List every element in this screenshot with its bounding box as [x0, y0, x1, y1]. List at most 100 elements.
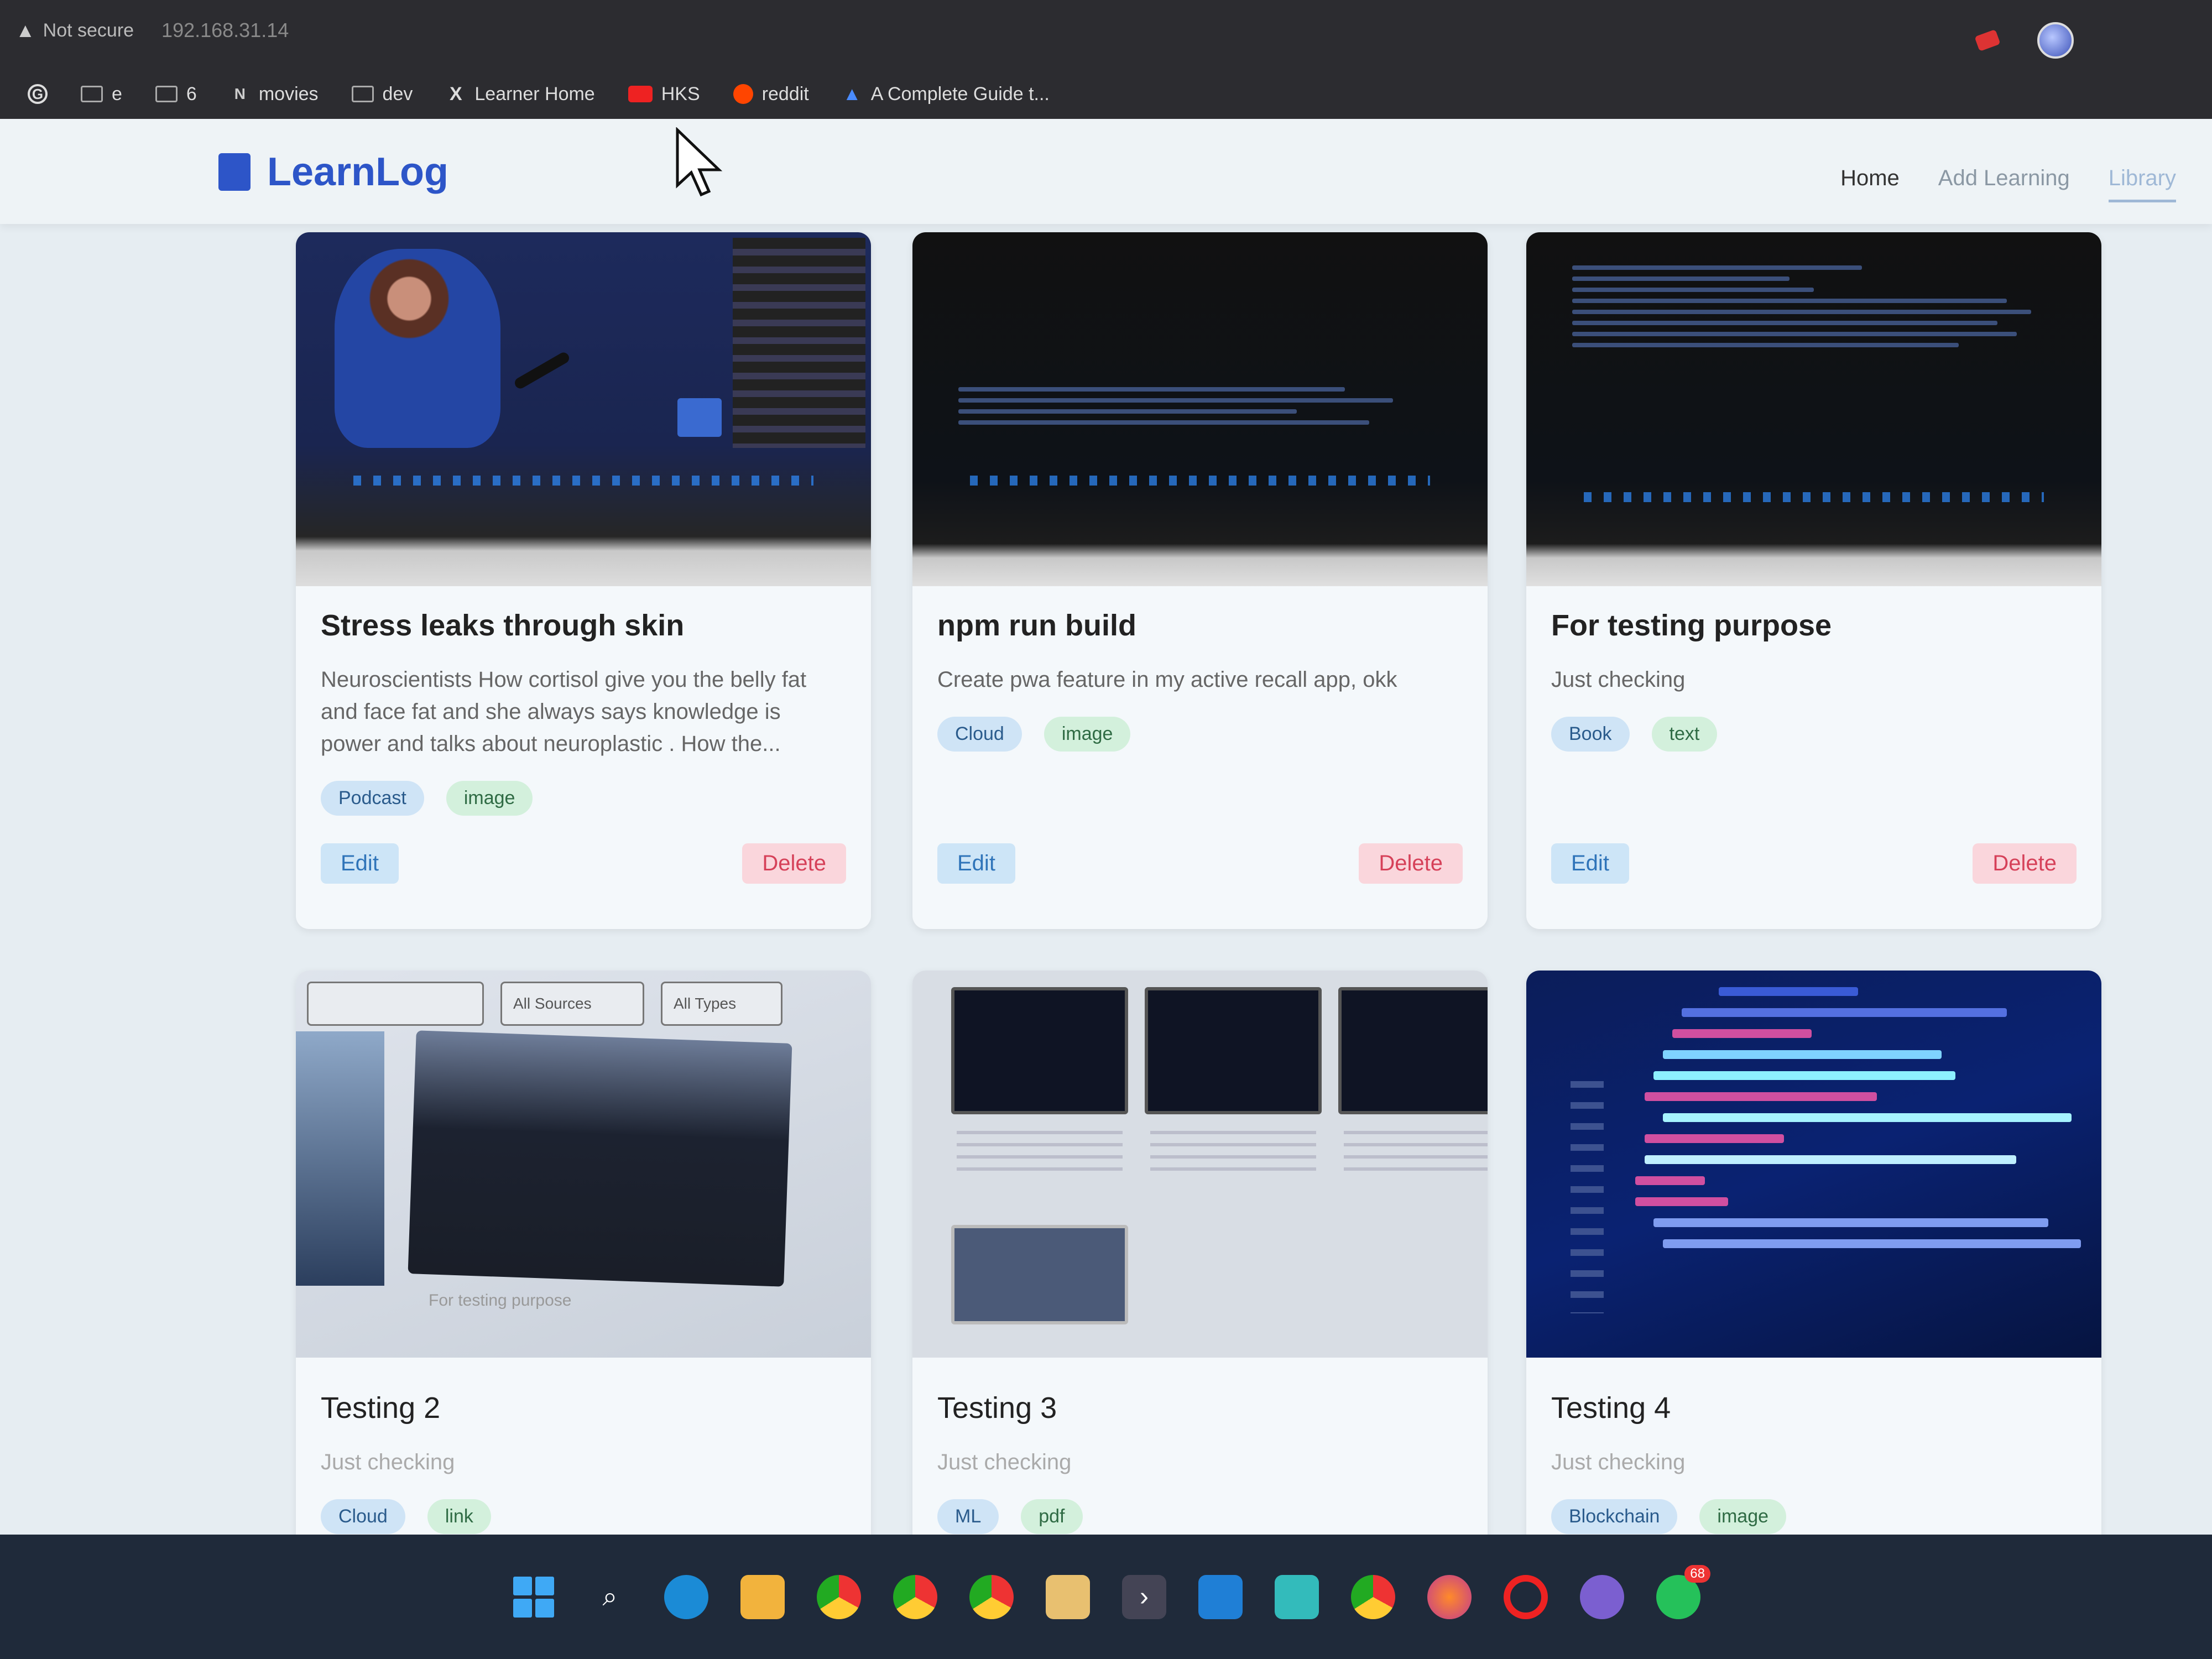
- card-thumbnail[interactable]: All Sources All Types For testing purpos…: [296, 971, 871, 1358]
- delete-button[interactable]: Delete: [1973, 843, 2077, 884]
- card-tags: Cloud image: [937, 717, 1463, 752]
- os-taskbar: ⌕ › 68: [0, 1535, 2212, 1659]
- card-title: Stress leaks through skin: [321, 609, 685, 642]
- edit-button[interactable]: Edit: [937, 843, 1015, 884]
- nav-add-learning[interactable]: Add Learning: [1938, 166, 2070, 202]
- thumbnail-taskbar: [970, 476, 1430, 486]
- bookmark-e[interactable]: e: [81, 84, 122, 105]
- card-thumbnail[interactable]: [1526, 971, 2101, 1358]
- card-body: Testing 4 Just checking Blockchain image: [1551, 1391, 2077, 1534]
- tag-type: link: [427, 1499, 491, 1534]
- delete-button[interactable]: Delete: [742, 843, 846, 884]
- folder-icon: [155, 86, 178, 102]
- search-icon[interactable]: ⌕: [588, 1575, 632, 1619]
- tag-category: Blockchain: [1551, 1499, 1678, 1534]
- card-body: Stress leaks through skin Neuroscientist…: [321, 608, 846, 816]
- folder-icon: [351, 86, 374, 102]
- edge-icon[interactable]: [664, 1574, 708, 1619]
- edit-button[interactable]: Edit: [1551, 843, 1629, 884]
- bookmark-6[interactable]: 6: [155, 84, 197, 105]
- card-title: Testing 3: [937, 1391, 1057, 1425]
- vscode-icon[interactable]: [1198, 1574, 1243, 1619]
- thumbnail-mini-text: [1344, 1131, 1488, 1175]
- card-thumbnail[interactable]: [1526, 232, 2101, 586]
- brand-name: LearnLog: [267, 150, 449, 194]
- card-thumbnail[interactable]: [912, 971, 1488, 1358]
- browser-chrome: ▲ Not secure 192.168.31.14 G e 6 Nmovies…: [0, 0, 2212, 119]
- learning-card: Stress leaks through skin Neuroscientist…: [296, 232, 871, 929]
- navbar: LearnLog Home Add Learning Library: [0, 119, 2212, 224]
- google-icon[interactable]: G: [28, 84, 48, 104]
- bookmark-label: Learner Home: [474, 83, 595, 105]
- thumbnail-code: [1626, 987, 2090, 1260]
- chrome-icon[interactable]: [893, 1574, 937, 1619]
- tag-category: Cloud: [937, 717, 1022, 752]
- profile-avatar[interactable]: [2037, 22, 2074, 59]
- mug-shape: [677, 398, 722, 437]
- bookmark-label: reddit: [761, 83, 809, 105]
- edit-button[interactable]: Edit: [321, 843, 399, 884]
- card-title: For testing purpose: [1551, 609, 1832, 642]
- url-text[interactable]: 192.168.31.14: [161, 19, 289, 42]
- windows-start-icon[interactable]: [512, 1575, 556, 1619]
- nav-library[interactable]: Library: [2108, 166, 2176, 202]
- card-body: Testing 3 Just checking ML pdf: [937, 1391, 1463, 1534]
- thumbnail-mini-text: [957, 1131, 1123, 1175]
- thumbnail-search-box: [307, 982, 484, 1026]
- app-icon[interactable]: [1275, 1574, 1319, 1619]
- delete-button[interactable]: Delete: [1359, 843, 1463, 884]
- card-thumbnail[interactable]: [296, 232, 871, 586]
- card-description: Just checking: [321, 1450, 455, 1474]
- youtube-icon: [628, 86, 653, 102]
- card-thumbnail[interactable]: [912, 232, 1488, 586]
- card-tags: Cloud link: [321, 1499, 846, 1534]
- bookmark-dev[interactable]: dev: [351, 84, 413, 105]
- terminal-icon[interactable]: ›: [1122, 1574, 1166, 1619]
- security-indicator[interactable]: ▲ Not secure: [15, 19, 134, 42]
- learning-card: Testing 4 Just checking Blockchain image: [1526, 971, 2101, 1535]
- thumbnail-person: [335, 249, 500, 448]
- learning-card: For testing purpose Just checking Book t…: [1526, 232, 2101, 929]
- bookmark-hks[interactable]: HKS: [628, 84, 700, 105]
- whatsapp-icon[interactable]: 68: [1656, 1564, 1710, 1619]
- opera-icon[interactable]: [1504, 1574, 1548, 1619]
- bookmark-movies[interactable]: Nmovies: [230, 84, 319, 105]
- address-bar[interactable]: ▲ Not secure 192.168.31.14: [0, 0, 2212, 61]
- reddit-icon: [733, 84, 753, 104]
- card-description: Just checking: [1551, 667, 1686, 692]
- notion-icon: N: [234, 85, 246, 102]
- card-title: npm run build: [937, 609, 1136, 642]
- chrome-icon[interactable]: [1351, 1574, 1395, 1619]
- bookmark-learner-home[interactable]: X Learner Home: [446, 83, 595, 105]
- tag-category: Book: [1551, 717, 1630, 752]
- tag-type: image: [1044, 717, 1131, 752]
- thumbnail-mini-card: [1338, 987, 1488, 1114]
- microphone-shape: [513, 350, 571, 391]
- card-description: Neuroscientists How cortisol give you th…: [321, 667, 807, 756]
- bookmark-label: 6: [186, 83, 197, 105]
- nav-home[interactable]: Home: [1840, 166, 1900, 202]
- card-title: Testing 2: [321, 1391, 441, 1425]
- thumbnail-code: [1572, 265, 2056, 347]
- thumbnail-taskbar: [1584, 492, 2044, 502]
- extension-icon[interactable]: [1974, 29, 2001, 51]
- tag-type: pdf: [1021, 1499, 1083, 1534]
- file-explorer-icon[interactable]: [740, 1574, 785, 1619]
- bookmark-complete-guide[interactable]: ▲ A Complete Guide t...: [842, 84, 1050, 105]
- thumbnail-mini-card: [951, 987, 1128, 1114]
- learning-card: npm run build Create pwa feature in my a…: [912, 232, 1488, 929]
- browser-toolbar-icons: [1974, 22, 2074, 59]
- firefox-icon[interactable]: [1427, 1574, 1472, 1619]
- store-icon[interactable]: [1046, 1574, 1090, 1619]
- chrome-icon[interactable]: [969, 1574, 1014, 1619]
- chrome-icon[interactable]: [817, 1574, 861, 1619]
- thumbnail-photo: [408, 1030, 792, 1287]
- bookmark-reddit[interactable]: reddit: [733, 84, 809, 105]
- bookmark-label: HKS: [661, 83, 700, 105]
- app-icon[interactable]: [1580, 1574, 1624, 1619]
- book-icon: [218, 153, 251, 191]
- tag-category: ML: [937, 1499, 999, 1534]
- learning-card: All Sources All Types For testing purpos…: [296, 971, 871, 1535]
- card-description: Just checking: [1551, 1450, 1686, 1474]
- brand[interactable]: LearnLog: [218, 149, 448, 195]
